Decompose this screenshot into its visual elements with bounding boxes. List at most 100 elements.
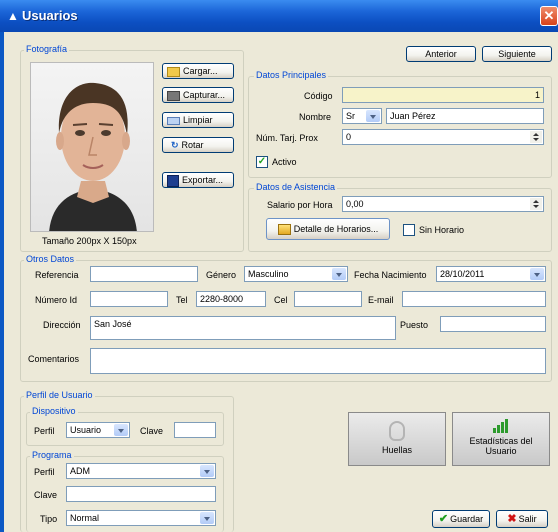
clear-label: Limpiar [183, 115, 213, 125]
chevron-down-icon [366, 110, 380, 122]
type-label: Tipo [40, 514, 58, 524]
next-button[interactable]: Siguiente [482, 46, 552, 62]
other-data-legend: Otros Datos [24, 254, 77, 264]
portrait-image [49, 82, 137, 231]
rotate-icon: ↻ [171, 140, 179, 150]
gender-select[interactable]: Masculino [244, 266, 348, 282]
profile-legend: Perfil de Usuario [24, 390, 95, 400]
salary-value: 0,00 [346, 199, 364, 209]
code-field[interactable]: 1 [342, 87, 544, 103]
email-label: E-mail [368, 295, 394, 305]
phone-label: Tel [176, 295, 188, 305]
rotate-photo-button[interactable]: ↻ Rotar [162, 137, 234, 153]
program-profile-value: ADM [70, 466, 90, 476]
name-label: Nombre [299, 112, 332, 122]
capture-photo-button[interactable]: Capturar... [162, 87, 234, 103]
cell-label: Cel [274, 295, 288, 305]
check-icon: ✔ [438, 513, 449, 525]
exit-label: Salir [518, 514, 537, 524]
chevron-down-icon [200, 465, 214, 477]
rotate-label: Rotar [181, 140, 204, 150]
load-label: Cargar... [183, 66, 218, 76]
active-label: Activo [272, 157, 297, 167]
name-field[interactable]: Juan Pérez [386, 108, 544, 124]
window: ▲ Usuarios ✕ Anterior Siguiente Fotograf… [0, 0, 558, 532]
program-profile-select[interactable]: ADM [66, 463, 216, 479]
type-value: Normal [70, 513, 100, 523]
program-key-field[interactable] [66, 486, 216, 502]
salary-field[interactable]: 0,00 [342, 196, 544, 212]
user-photo [30, 62, 154, 232]
cross-icon: ✖ [507, 513, 517, 525]
spinner-icon [530, 198, 542, 210]
device-key-field[interactable] [174, 422, 216, 438]
id-number-label: Número Id [35, 295, 78, 305]
fingerprint-icon [389, 421, 405, 441]
card-value: 0 [346, 132, 352, 142]
device-key-label: Clave [140, 426, 164, 436]
exit-button[interactable]: ✖ Salir [496, 510, 548, 528]
card-label: Núm. Tarj. Prox [256, 133, 318, 143]
gender-label: Género [206, 270, 237, 280]
birth-date-label: Fecha Nacimiento [354, 270, 427, 280]
reference-label: Referencia [35, 270, 79, 280]
save-button[interactable]: ✔ Guardar [432, 510, 490, 528]
schedule-icon [277, 224, 291, 236]
type-select[interactable]: Normal [66, 510, 216, 526]
comments-label: Comentarios [28, 354, 80, 364]
address-label: Dirección [43, 320, 81, 330]
photo-size-label: Tamaño 200px X 150px [42, 236, 137, 246]
title-value: Sr [346, 111, 355, 121]
chevron-down-icon [200, 512, 214, 524]
birth-date-picker[interactable]: 28/10/2011 [436, 266, 546, 282]
form-body: Anterior Siguiente Fotografía Tamaño 200… [4, 32, 558, 532]
device-profile-label: Perfil [34, 426, 55, 436]
id-number-field[interactable] [90, 291, 168, 307]
device-profile-value: Usuario [70, 425, 102, 435]
position-field[interactable] [440, 316, 546, 332]
active-checkbox[interactable]: ✓ [256, 156, 268, 168]
no-schedule-checkbox[interactable] [403, 224, 415, 236]
fingerprints-button[interactable]: Huellas [348, 412, 446, 466]
program-legend: Programa [30, 450, 74, 460]
close-button[interactable]: ✕ [540, 6, 558, 26]
save-label: Guardar [450, 514, 484, 524]
comments-field[interactable] [90, 348, 546, 374]
code-label: Código [304, 91, 333, 101]
chevron-down-icon [114, 424, 128, 436]
fingerprints-label: Huellas [381, 445, 412, 455]
schedule-label: Detalle de Horarios... [293, 224, 379, 234]
principal-legend: Datos Principales [254, 70, 329, 80]
export-photo-button[interactable]: Exportar... [162, 172, 234, 188]
phone-field[interactable]: 2280-8000 [196, 291, 266, 307]
device-profile-select[interactable]: Usuario [66, 422, 130, 438]
folder-icon [167, 66, 180, 77]
reference-field[interactable] [90, 266, 198, 282]
position-label: Puesto [400, 320, 429, 330]
clear-photo-button[interactable]: Limpiar [162, 112, 234, 128]
bar-chart-icon [493, 419, 509, 433]
title-bar[interactable]: ▲ Usuarios ✕ [0, 0, 558, 32]
salary-label: Salario por Hora [267, 200, 333, 210]
birth-date-value: 28/10/2011 [440, 269, 485, 279]
card-number-field[interactable]: 0 [342, 129, 544, 145]
eraser-icon [167, 116, 180, 125]
program-key-label: Clave [34, 490, 58, 500]
save-disk-icon [167, 174, 179, 187]
previous-button[interactable]: Anterior [406, 46, 476, 62]
user-stats-button[interactable]: Estadísticas del Usuario [452, 412, 550, 466]
title-select[interactable]: Sr [342, 108, 382, 124]
spinner-icon [530, 131, 542, 143]
capture-label: Capturar... [183, 90, 226, 100]
chevron-down-icon [530, 268, 544, 280]
address-field[interactable]: San José [90, 316, 396, 340]
window-title: Usuarios [22, 8, 78, 23]
chevron-down-icon [332, 268, 346, 280]
cell-field[interactable] [294, 291, 362, 307]
schedule-detail-button[interactable]: Detalle de Horarios... [266, 218, 390, 240]
gender-value: Masculino [248, 269, 289, 279]
email-field[interactable] [402, 291, 546, 307]
load-photo-button[interactable]: Cargar... [162, 63, 234, 79]
stats-label: Estadísticas del Usuario [469, 436, 533, 456]
camera-icon [167, 90, 180, 101]
